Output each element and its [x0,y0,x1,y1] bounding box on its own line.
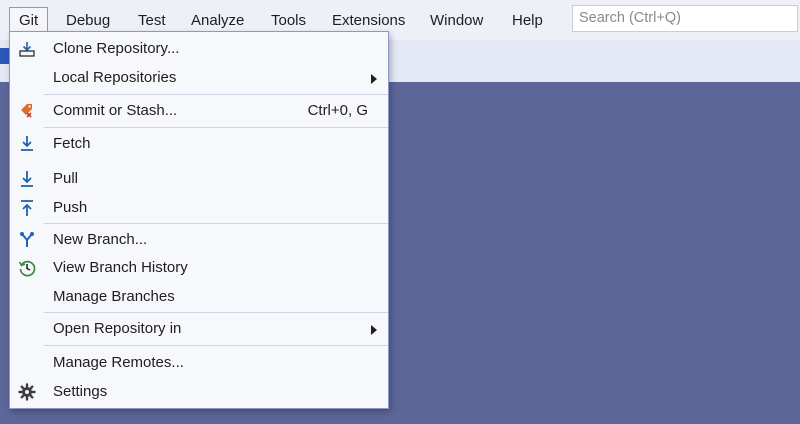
menu-item-label: New Branch... [53,231,148,248]
menu-item-label: Fetch [53,135,91,152]
menu-item-label: Pull [53,170,79,187]
menu-item-label: Commit or Stash... [53,102,178,119]
submenu-arrow-icon [371,74,377,84]
separator [44,345,388,346]
menu-item-manage-remotes[interactable]: Manage Remotes... [10,349,388,377]
git-menu-dropdown: Clone Repository... Local Repositories C… [9,31,389,409]
history-icon [18,259,36,277]
menu-item-pull[interactable]: Pull [10,165,388,193]
pull-icon [18,170,36,188]
menu-item-view-branch-history[interactable]: View Branch History [10,254,388,282]
menu-item-label: View Branch History [53,259,188,276]
branch-icon [18,231,36,249]
shortcut-label: Ctrl+0, G [307,102,368,119]
separator [44,223,388,224]
toolbar-edge-icon[interactable] [0,48,9,64]
clone-icon [18,40,36,58]
menu-item-commit-or-stash[interactable]: Commit or Stash... Ctrl+0, G [10,97,388,125]
separator [44,127,388,128]
separator [44,312,388,313]
commit-icon [18,102,36,120]
fetch-icon [18,135,36,153]
push-icon [18,199,36,217]
menu-item-label: Manage Branches [53,288,175,305]
separator [44,94,388,95]
menu-help[interactable]: Help [503,8,552,34]
menu-item-push[interactable]: Push [10,194,388,222]
menu-item-label: Push [53,199,88,216]
gear-icon [18,383,36,401]
menu-item-label: Open Repository in [53,320,182,337]
menu-item-label: Settings [53,383,108,400]
menu-item-clone-repository[interactable]: Clone Repository... [10,35,388,63]
menu-item-open-repository-in[interactable]: Open Repository in [10,315,388,343]
menu-item-local-repositories[interactable]: Local Repositories [10,64,388,92]
menu-item-label: Local Repositories [53,69,177,86]
submenu-arrow-icon [371,325,377,335]
menu-item-new-branch[interactable]: New Branch... [10,226,388,254]
search-input[interactable]: Search (Ctrl+Q) [572,5,798,32]
menu-item-label: Clone Repository... [53,40,180,57]
menu-item-settings[interactable]: Settings [10,378,388,406]
menu-item-manage-branches[interactable]: Manage Branches [10,283,388,311]
menu-item-fetch[interactable]: Fetch [10,130,388,158]
menu-window[interactable]: Window [421,8,492,34]
menu-item-label: Manage Remotes... [53,354,184,371]
